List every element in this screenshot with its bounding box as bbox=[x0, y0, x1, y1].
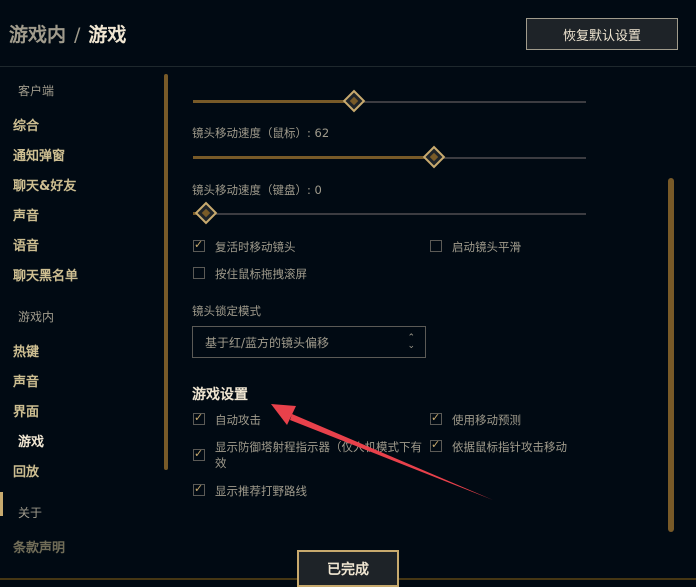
breadcrumb-separator: / bbox=[74, 24, 81, 46]
option-camera-smoothing[interactable]: 启动镜头平滑 bbox=[430, 239, 521, 255]
slider-track bbox=[193, 213, 586, 215]
breadcrumb-parent[interactable]: 游戏内 bbox=[9, 24, 66, 46]
option-label: 显示防御塔射程指示器（仅人机模式下有效 bbox=[215, 440, 422, 470]
settings-window: 游戏内 / 游戏 恢复默认设置 客户端 综合 通知弹窗 聊天&好友 声音 语音 聊天… bbox=[0, 0, 696, 587]
sidebar-section-about: 关于 bbox=[18, 506, 43, 520]
checkbox[interactable] bbox=[430, 411, 442, 425]
option-label: 复活时移动镜头 bbox=[215, 240, 296, 254]
option-label: 启动镜头平滑 bbox=[452, 240, 521, 254]
sidebar-active-indicator bbox=[0, 492, 3, 516]
option-movement-prediction[interactable]: 使用移动预测 bbox=[430, 411, 521, 428]
content-scrollbar[interactable] bbox=[668, 178, 674, 532]
lock-mode-label: 镜头锁定模式 bbox=[192, 304, 261, 318]
slider-fill bbox=[193, 156, 434, 159]
breadcrumb: 游戏内 / 游戏 bbox=[9, 20, 126, 47]
sidebar-item-chat-friends[interactable]: 聊天&好友 bbox=[13, 175, 76, 194]
chevron-updown-icon: ⌃ ⌄ bbox=[407, 333, 415, 351]
option-jungle-path[interactable]: 显示推荐打野路线 bbox=[193, 482, 307, 499]
sidebar-section-client: 客户端 bbox=[18, 84, 55, 98]
option-move-camera-on-revive[interactable]: 复活时移动镜头 bbox=[193, 238, 296, 255]
sidebar-scrollbar[interactable] bbox=[164, 74, 168, 470]
keyboard-speed-slider[interactable] bbox=[193, 201, 586, 225]
sidebar-item-general[interactable]: 综合 bbox=[13, 115, 39, 134]
camera-slider-top[interactable] bbox=[193, 89, 586, 113]
sidebar-item-game[interactable]: 游戏 bbox=[18, 431, 44, 450]
checkbox[interactable] bbox=[193, 447, 205, 461]
sidebar-item-hotkeys[interactable]: 热键 bbox=[13, 341, 39, 360]
sidebar: 客户端 综合 通知弹窗 聊天&好友 声音 语音 聊天黑名单 游戏内 热键 声音 … bbox=[0, 66, 170, 566]
sidebar-item-voice[interactable]: 语音 bbox=[13, 235, 39, 254]
keyboard-speed-label: 镜头移动速度（键盘）: 0 bbox=[192, 183, 322, 197]
option-auto-attack[interactable]: 自动攻击 bbox=[193, 411, 261, 428]
option-label: 自动攻击 bbox=[215, 413, 261, 427]
checkbox[interactable] bbox=[430, 240, 442, 252]
lock-mode-dropdown[interactable]: 基于红/蓝方的镜头偏移 ⌃ ⌄ bbox=[192, 326, 426, 358]
checkbox[interactable] bbox=[193, 267, 205, 279]
sidebar-section-ingame: 游戏内 bbox=[18, 310, 55, 324]
mouse-speed-label: 镜头移动速度（鼠标）: 62 bbox=[192, 126, 330, 140]
slider-fill bbox=[193, 100, 354, 103]
slider-thumb[interactable] bbox=[194, 201, 218, 225]
option-tower-range-indicator[interactable]: 显示防御塔射程指示器（仅人机模式下有效 bbox=[193, 439, 431, 471]
option-label: 按住鼠标拖拽滚屏 bbox=[215, 267, 307, 281]
mouse-speed-slider[interactable] bbox=[193, 145, 586, 169]
option-attack-move-on-cursor[interactable]: 依据鼠标指针攻击移动 bbox=[430, 438, 567, 455]
breadcrumb-current: 游戏 bbox=[88, 24, 127, 46]
reset-defaults-button[interactable]: 恢复默认设置 bbox=[526, 18, 678, 50]
option-label: 使用移动预测 bbox=[452, 413, 521, 427]
sidebar-item-client-sound[interactable]: 声音 bbox=[13, 205, 39, 224]
slider-thumb[interactable] bbox=[422, 145, 446, 169]
checkbox[interactable] bbox=[430, 438, 442, 452]
sidebar-item-terms[interactable]: 条款声明 bbox=[13, 537, 65, 556]
checkbox[interactable] bbox=[193, 238, 205, 252]
done-button[interactable]: 已完成 bbox=[297, 550, 399, 587]
sidebar-item-notifications[interactable]: 通知弹窗 bbox=[13, 145, 65, 164]
sidebar-item-interface[interactable]: 界面 bbox=[13, 401, 39, 420]
dropdown-value: 基于红/蓝方的镜头偏移 bbox=[205, 335, 330, 350]
sidebar-item-ingame-sound[interactable]: 声音 bbox=[13, 371, 39, 390]
game-settings-title: 游戏设置 bbox=[192, 387, 248, 403]
sidebar-item-chat-blocklist[interactable]: 聊天黑名单 bbox=[13, 265, 78, 284]
sidebar-item-replay[interactable]: 回放 bbox=[13, 461, 39, 480]
settings-content: 镜头移动速度（鼠标）: 62 镜头移动速度（键盘）: 0 复活时移动镜头 启动镜… bbox=[170, 66, 680, 546]
slider-thumb[interactable] bbox=[342, 89, 366, 113]
option-drag-scroll[interactable]: 按住鼠标拖拽滚屏 bbox=[193, 266, 307, 282]
checkbox[interactable] bbox=[193, 482, 205, 496]
option-label: 依据鼠标指针攻击移动 bbox=[452, 440, 567, 454]
checkbox[interactable] bbox=[193, 411, 205, 425]
option-label: 显示推荐打野路线 bbox=[215, 484, 307, 498]
